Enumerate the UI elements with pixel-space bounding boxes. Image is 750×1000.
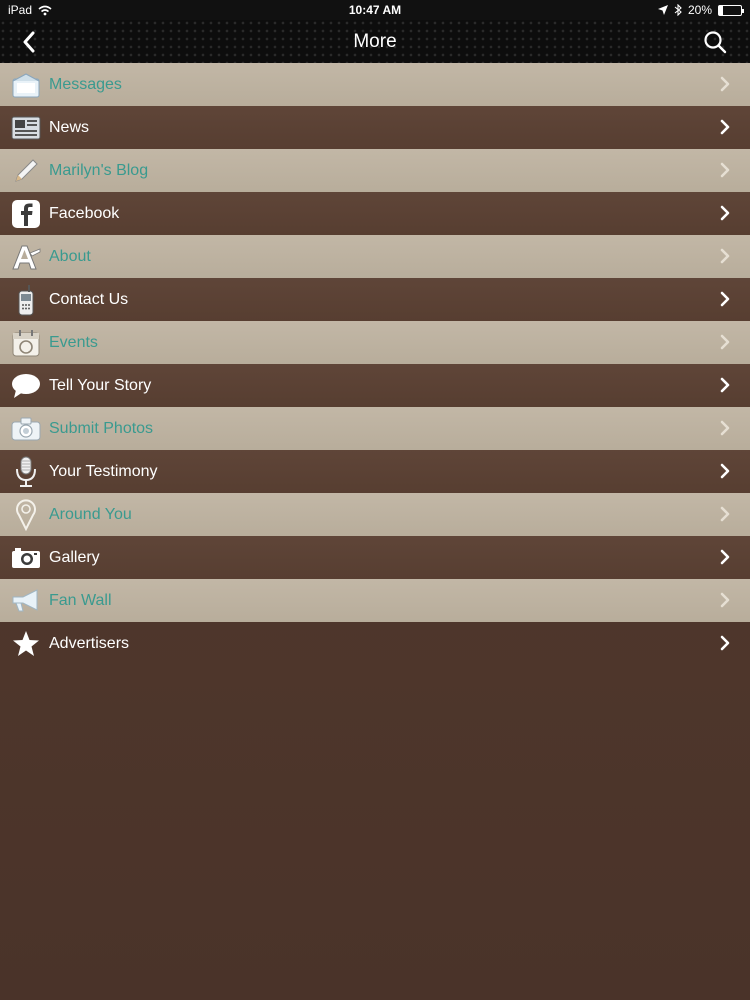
menu-item-your-testimony[interactable]: Your Testimony: [0, 450, 750, 493]
menu-item-label: Messages: [49, 75, 122, 93]
chevron-right-icon: [720, 248, 730, 264]
menu-list: Messages News Marilyn's Blog Facebook Ab…: [0, 63, 750, 665]
megaphone-icon: [10, 585, 42, 617]
chevron-right-icon: [720, 420, 730, 436]
pencil-icon: [10, 155, 42, 187]
back-button[interactable]: [14, 28, 44, 56]
gallery-camera-icon: [10, 542, 42, 574]
menu-item-label: Facebook: [49, 204, 120, 222]
status-right: 20%: [657, 3, 744, 17]
location-pin-icon: [10, 498, 42, 531]
menu-item-label: Advertisers: [49, 634, 130, 652]
menu-item-label: Submit Photos: [49, 419, 154, 437]
menu-item-about[interactable]: About: [0, 235, 750, 278]
menu-item-submit-photos[interactable]: Submit Photos: [0, 407, 750, 450]
chevron-right-icon: [720, 291, 730, 307]
menu-item-label: Your Testimony: [49, 462, 158, 480]
chevron-right-icon: [720, 162, 730, 178]
chevron-right-icon: [720, 377, 730, 393]
menu-item-label: News: [49, 118, 90, 136]
menu-item-facebook[interactable]: Facebook: [0, 192, 750, 235]
chevron-right-icon: [720, 592, 730, 608]
menu-item-marilyn-s-blog[interactable]: Marilyn's Blog: [0, 149, 750, 192]
menu-item-label: Marilyn's Blog: [49, 161, 149, 179]
phone-icon: [10, 284, 42, 316]
status-time: 10:47 AM: [348, 3, 402, 17]
chevron-right-icon: [720, 463, 730, 479]
camera-icon: [10, 413, 42, 445]
about-icon: [10, 241, 42, 273]
menu-item-events[interactable]: Events: [0, 321, 750, 364]
battery-level: [719, 5, 724, 15]
status-left: iPad: [8, 3, 52, 17]
menu-item-label: About: [49, 247, 91, 265]
facebook-icon: [10, 198, 42, 230]
menu-item-label: Events: [49, 333, 98, 351]
wifi-icon: [38, 5, 52, 15]
status-bar: iPad 10:47 AM 20%: [0, 0, 750, 20]
menu-item-gallery[interactable]: Gallery: [0, 536, 750, 579]
microphone-icon: [10, 456, 42, 488]
chevron-right-icon: [720, 334, 730, 350]
menu-item-label: Fan Wall: [49, 591, 112, 609]
chevron-right-icon: [720, 506, 730, 522]
menu-item-tell-your-story[interactable]: Tell Your Story: [0, 364, 750, 407]
menu-item-messages[interactable]: Messages: [0, 63, 750, 106]
envelope-icon: [10, 69, 42, 101]
page-title: More: [353, 30, 397, 52]
nav-bar: More: [0, 20, 750, 63]
chevron-right-icon: [720, 119, 730, 135]
battery-icon: [718, 4, 744, 16]
chevron-left-icon: [23, 31, 35, 53]
star-icon: [10, 628, 42, 660]
bluetooth-icon: [674, 4, 682, 16]
device-name: iPad: [8, 3, 33, 17]
calendar-icon: [10, 327, 42, 359]
battery-percent: 20%: [687, 3, 712, 17]
menu-item-label: Tell Your Story: [49, 376, 152, 394]
menu-item-contact-us[interactable]: Contact Us: [0, 278, 750, 321]
menu-item-label: Around You: [49, 505, 132, 523]
chevron-right-icon: [720, 76, 730, 92]
search-button[interactable]: [700, 28, 730, 56]
menu-item-label: Gallery: [49, 548, 100, 566]
chevron-right-icon: [720, 205, 730, 221]
search-icon: [704, 31, 727, 54]
location-arrow-icon: [657, 5, 668, 15]
menu-item-advertisers[interactable]: Advertisers: [0, 622, 750, 665]
menu-item-fan-wall[interactable]: Fan Wall: [0, 579, 750, 622]
chevron-right-icon: [720, 635, 730, 651]
newspaper-icon: [10, 112, 42, 144]
menu-item-around-you[interactable]: Around You: [0, 493, 750, 536]
chevron-right-icon: [720, 549, 730, 565]
speech-bubble-icon: [10, 370, 42, 402]
menu-item-label: Contact Us: [49, 290, 129, 308]
menu-item-news[interactable]: News: [0, 106, 750, 149]
